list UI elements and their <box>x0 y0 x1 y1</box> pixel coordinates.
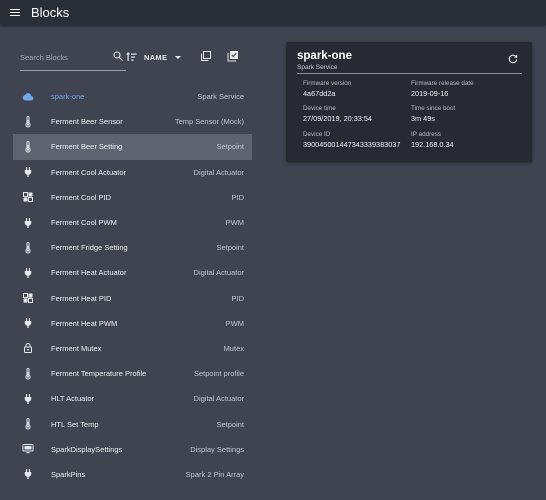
block-row[interactable]: SparkPins Spark 2 Pin Array <box>13 462 252 487</box>
block-list: spark-one Spark Service Ferment Beer Senso… <box>13 84 252 487</box>
block-name: Ferment Beer Sensor <box>51 117 123 127</box>
chevron-down-icon <box>175 55 182 59</box>
device-time-label: Device time <box>303 105 336 112</box>
block-row[interactable]: Ferment Beer Setting Setpoint <box>13 134 252 160</box>
select-all-icon[interactable] <box>227 50 239 62</box>
block-type: Digital Actuator <box>193 394 244 404</box>
menu-icon[interactable] <box>10 8 20 17</box>
plug-icon <box>16 260 40 285</box>
time-since-boot-label: Time since boot <box>411 105 456 112</box>
block-row[interactable]: Ferment Fridge Setting Setpoint <box>13 235 252 260</box>
block-name: Ferment Mutex <box>51 343 102 353</box>
plug-icon <box>16 462 40 487</box>
firmware-release-value: 2019-09-16 <box>411 89 449 98</box>
grid-icon <box>16 185 40 210</box>
block-type: Setpoint <box>216 142 244 152</box>
block-row[interactable]: Ferment Heat PWM PWM <box>13 311 252 336</box>
cloud-icon <box>16 84 40 109</box>
thermometer-icon <box>16 361 40 386</box>
block-row[interactable]: Ferment Temperature Profile Setpoint prof… <box>13 361 252 386</box>
block-name: SparkPins <box>51 469 86 479</box>
card-subtitle: Spark Service <box>297 64 338 71</box>
firmware-version-value: 4a67dd2a <box>303 89 336 98</box>
block-type: Display Settings <box>190 444 244 454</box>
time-since-boot-value: 3m 49s <box>411 114 435 123</box>
plug-icon <box>16 210 40 235</box>
plug-icon <box>16 386 40 411</box>
block-name: Ferment Heat PWM <box>51 318 118 328</box>
block-row[interactable]: Ferment Heat Actuator Digital Actuator <box>13 260 252 285</box>
block-row[interactable]: Ferment Heat PID PID <box>13 286 252 311</box>
sort-icon <box>126 52 137 61</box>
page-title: Blocks <box>31 5 70 20</box>
divider <box>297 73 522 74</box>
thermometer-icon <box>16 134 40 159</box>
device-id-label: Device ID <box>303 131 331 138</box>
plug-icon <box>16 311 40 336</box>
block-row[interactable]: Ferment Beer Sensor Temp Sensor (Mock) <box>13 109 252 134</box>
block-type: Temp Sensor (Mock) <box>174 117 244 127</box>
copy-icon[interactable] <box>200 50 212 62</box>
device-time-value: 27/09/2019, 20:33:54 <box>303 114 372 123</box>
block-row[interactable]: Ferment Cool PID PID <box>13 185 252 210</box>
block-type: Mutex <box>223 343 244 353</box>
block-row[interactable]: Ferment Mutex Mutex <box>13 336 252 361</box>
block-name: Ferment Heat PID <box>51 293 112 303</box>
block-type: PWM <box>225 318 244 328</box>
card-title: spark-one <box>297 50 352 62</box>
firmware-version-label: Firmware version <box>303 80 352 87</box>
block-type: PWM <box>225 218 244 228</box>
search-field[interactable] <box>20 44 126 71</box>
block-name: Ferment Cool PID <box>51 192 112 202</box>
block-toolbar: NAME <box>13 44 252 71</box>
search-input[interactable] <box>20 50 104 64</box>
block-name: HLT Actuator <box>51 394 95 404</box>
thermometer-icon <box>16 109 40 134</box>
block-row[interactable]: Ferment Cool Actuator Digital Actuator <box>13 160 252 185</box>
sort-label: NAME <box>144 52 168 62</box>
search-icon[interactable] <box>112 50 124 62</box>
block-type: Spark Service <box>197 92 244 102</box>
device-id-value: 390045001447343339383037 <box>303 140 401 149</box>
block-type: PID <box>231 293 244 303</box>
block-row[interactable]: HTL Set Temp Setpoint <box>13 411 252 436</box>
block-type: Setpoint profile <box>193 369 244 379</box>
block-name: Ferment Beer Setting <box>51 142 123 152</box>
block-type: Spark 2 Pin Array <box>185 469 244 479</box>
grid-icon <box>16 286 40 311</box>
service-card: spark-one Spark Service Firmware version… <box>286 42 532 162</box>
block-name: Ferment Cool Actuator <box>51 167 127 177</box>
monitor-icon <box>16 437 40 462</box>
block-name: HTL Set Temp <box>51 419 99 429</box>
plug-icon <box>16 160 40 185</box>
block-name: spark-one <box>51 92 85 102</box>
block-row[interactable]: SparkDisplaySettings Display Settings <box>13 437 252 462</box>
ip-address-label: IP address <box>411 131 441 138</box>
block-type: Digital Actuator <box>193 268 244 278</box>
block-row[interactable]: HLT Actuator Digital Actuator <box>13 386 252 411</box>
block-name: Ferment Heat Actuator <box>51 268 127 278</box>
ip-address-value: 192.168.0.34 <box>411 140 454 149</box>
block-type: Digital Actuator <box>193 167 244 177</box>
block-type: Setpoint <box>216 419 244 429</box>
lock-icon <box>16 336 40 361</box>
sort-button[interactable]: NAME <box>126 48 182 66</box>
thermometer-icon <box>16 235 40 260</box>
block-type: PID <box>231 192 244 202</box>
block-name: Ferment Temperature Profile <box>51 369 147 379</box>
thermometer-icon <box>16 411 40 436</box>
block-row[interactable]: spark-one Spark Service <box>13 84 252 109</box>
block-name: SparkDisplaySettings <box>51 444 123 454</box>
refresh-icon[interactable] <box>507 53 519 65</box>
block-name: Ferment Fridge Setting <box>51 243 128 253</box>
block-type: Setpoint <box>216 243 244 253</box>
app-bar: Blocks <box>0 0 546 25</box>
firmware-release-label: Firmware release date <box>411 80 474 87</box>
block-row[interactable]: Ferment Cool PWM PWM <box>13 210 252 235</box>
block-name: Ferment Cool PWM <box>51 218 117 228</box>
